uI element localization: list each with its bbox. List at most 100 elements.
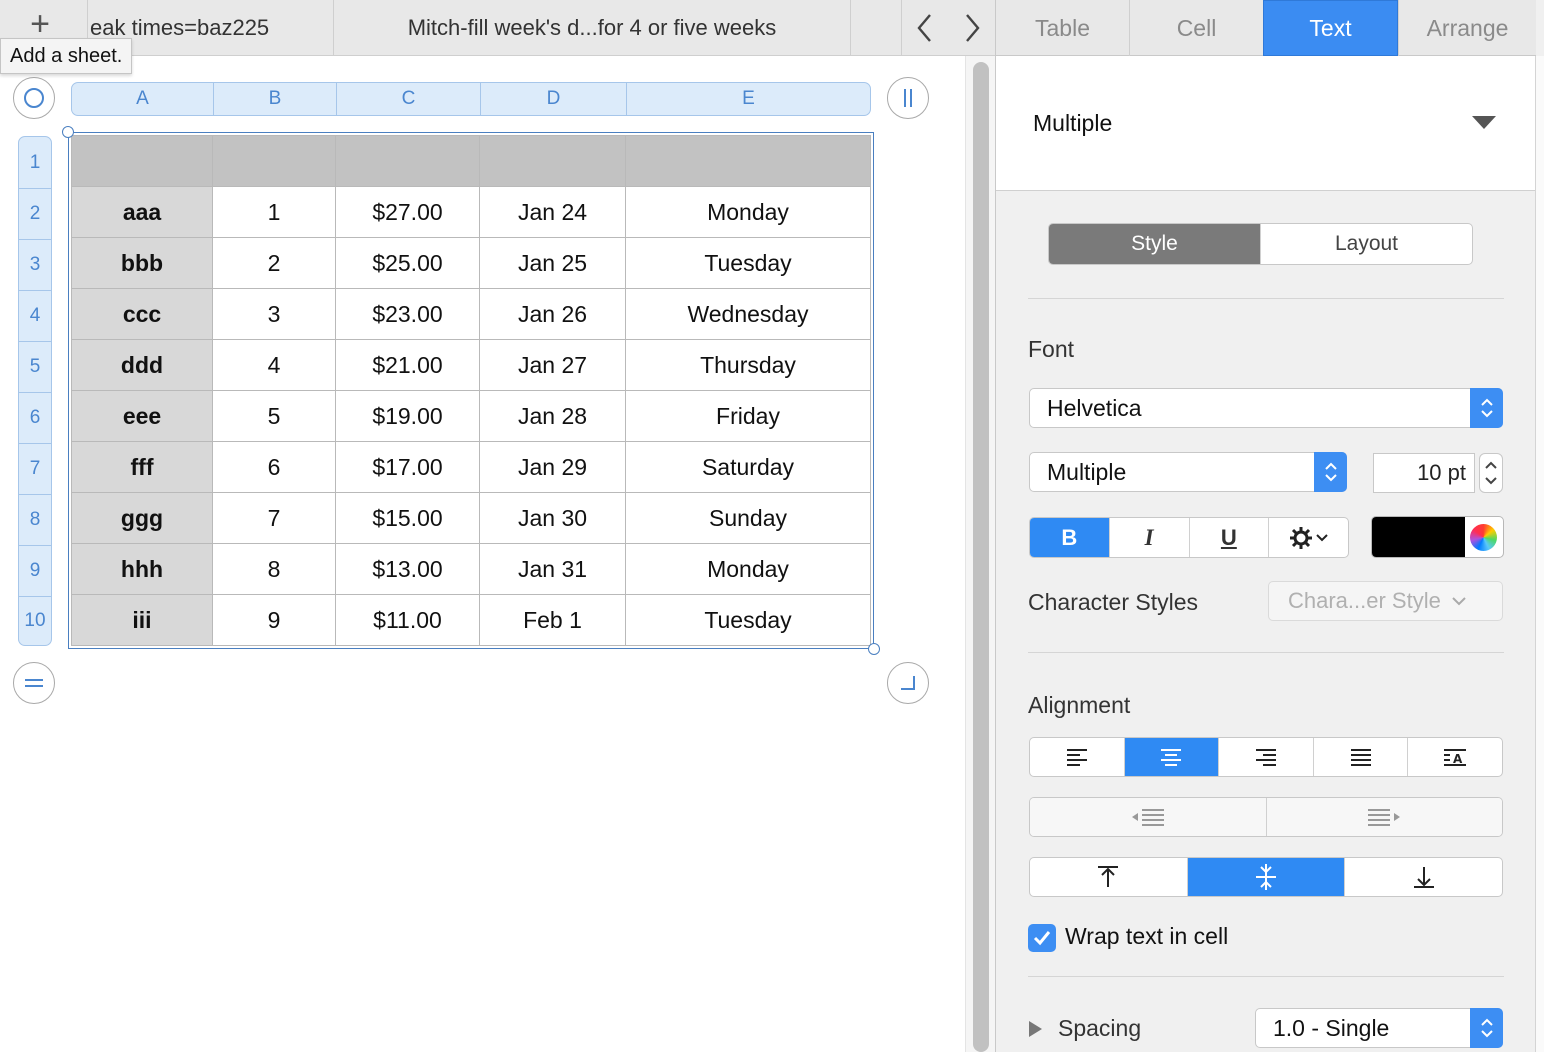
popup-arrows-icon [1470,388,1503,428]
table-selection-outline [68,132,874,649]
character-style-popup[interactable]: Chara...er Style [1268,581,1503,621]
paragraph-style-popup[interactable]: Multiple [996,56,1536,191]
row-header-bar: 1 2 3 4 5 6 7 8 9 10 [18,136,52,646]
row-header[interactable]: 5 [19,341,51,392]
row-header[interactable]: 4 [19,290,51,341]
text-style-buttons: B I U [1029,517,1349,558]
typeface-value: Multiple [1047,458,1127,485]
decrease-indent-button[interactable] [1030,798,1266,836]
typeface-popup[interactable]: Multiple [1029,452,1347,492]
line-spacing-value: 1.0 - Single [1273,1014,1390,1041]
column-handle-icon [904,89,912,107]
popup-arrows-icon [1470,1008,1503,1048]
gear-icon [1289,526,1328,549]
style-layout-switch: Style Layout [1048,223,1473,265]
style-subtab[interactable]: Style [1049,224,1260,264]
chevron-right-icon [965,14,980,42]
row-header[interactable]: 9 [19,545,51,596]
column-header[interactable]: E [626,83,870,115]
row-header[interactable]: 2 [19,188,51,239]
align-right-button[interactable] [1218,738,1313,776]
align-top-button[interactable] [1030,858,1187,896]
next-sheet-button[interactable] [948,0,995,56]
horizontal-alignment: A [1029,737,1503,777]
font-family-value: Helvetica [1047,394,1142,421]
font-family-popup[interactable]: Helvetica [1029,388,1503,428]
column-header[interactable]: A [72,83,213,115]
chevron-left-icon [917,14,931,42]
divider [1028,652,1504,653]
align-right-icon [1255,749,1276,766]
justify-icon [1350,749,1371,766]
row-header[interactable]: 10 [19,596,51,645]
column-header[interactable]: D [480,83,626,115]
popup-arrows-icon [1314,452,1347,492]
font-size-field[interactable]: 10 pt [1373,453,1475,493]
sheet-tab[interactable]: Mitch-fill week's d...for 4 or five week… [333,0,851,56]
text-color-well[interactable] [1371,516,1504,558]
resize-table-handle[interactable] [887,662,929,704]
wrap-text-label[interactable]: Wrap text in cell [1065,923,1228,950]
character-styles-label: Character Styles [1028,589,1199,615]
align-left-icon [1066,749,1087,766]
color-wheel-icon[interactable] [1470,524,1497,551]
align-center-icon [1161,749,1182,766]
tab-cell[interactable]: Cell [1129,0,1263,56]
outdent-icon [1131,809,1164,826]
column-header[interactable]: B [213,83,336,115]
row-header[interactable]: 6 [19,392,51,443]
row-handle-icon [25,679,43,687]
row-header[interactable]: 7 [19,443,51,494]
scrollbar-thumb[interactable] [973,62,989,1052]
vertical-scrollbar[interactable] [965,56,995,1052]
sheet-tab-label: Mitch-fill week's d...for 4 or five week… [407,15,777,40]
add-column-handle[interactable] [887,77,929,119]
wrap-text-checkbox[interactable] [1028,924,1056,952]
spacing-label[interactable]: Spacing [1058,1015,1141,1042]
increase-indent-button[interactable] [1265,798,1502,836]
previous-sheet-button[interactable] [901,0,948,56]
corner-icon [901,676,915,690]
stepper-arrows-icon [1485,461,1497,485]
divider [1028,976,1504,977]
divider [1028,298,1504,299]
row-header[interactable]: 3 [19,239,51,290]
italic-button[interactable]: I [1108,518,1189,557]
tab-arrange[interactable]: Arrange [1398,0,1536,56]
column-header[interactable]: C [336,83,480,115]
row-header[interactable]: 1 [19,137,51,188]
align-top-icon [1098,866,1119,887]
sheet-tab-bar: + eak times=baz225 Mitch-fill week's d..… [0,0,995,56]
triangle-down-icon [1472,116,1496,129]
chevron-down-icon [1452,597,1466,606]
select-table-button[interactable] [13,77,55,119]
indent-icon [1368,809,1401,826]
selection-handle[interactable] [62,126,74,138]
auto-align-button[interactable]: A [1407,738,1502,776]
align-center-button[interactable] [1123,738,1219,776]
underline-button[interactable]: U [1188,518,1269,557]
auto-align-icon: A [1444,749,1467,766]
add-row-handle[interactable] [13,662,55,704]
alignment-label: Alignment [1028,692,1131,718]
color-swatch [1372,517,1465,557]
align-middle-button[interactable] [1186,858,1345,896]
paragraph-style-value: Multiple [1033,110,1113,136]
row-header[interactable]: 8 [19,494,51,545]
text-options-button[interactable] [1268,518,1348,557]
window-edge [1535,56,1544,1052]
selection-handle[interactable] [868,643,880,655]
indent-controls [1029,797,1503,837]
layout-subtab[interactable]: Layout [1260,224,1472,264]
align-bottom-button[interactable] [1344,858,1502,896]
bold-button[interactable]: B [1030,518,1109,557]
tab-text[interactable]: Text [1263,0,1398,56]
svg-text:A: A [1453,752,1463,766]
align-left-button[interactable] [1030,738,1124,776]
character-style-value: Chara...er Style [1288,588,1441,613]
disclosure-triangle-icon[interactable] [1029,1021,1042,1037]
tab-table[interactable]: Table [996,0,1129,56]
font-size-stepper[interactable] [1479,453,1503,493]
line-spacing-popup[interactable]: 1.0 - Single [1255,1008,1503,1048]
justify-button[interactable] [1312,738,1408,776]
